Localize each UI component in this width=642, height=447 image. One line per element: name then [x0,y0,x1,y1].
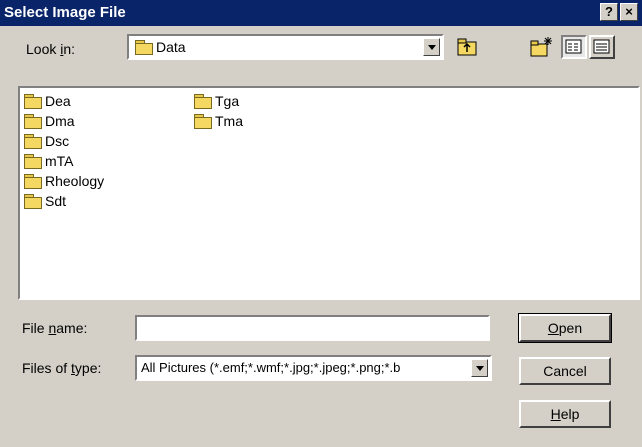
folder-icon [24,174,42,190]
cancel-button[interactable]: Cancel [519,357,611,385]
open-accel: O [547,320,559,336]
folder-icon [24,154,42,170]
details-view-icon [593,39,610,54]
help-button[interactable]: Help [519,400,611,428]
folder-icon [194,94,212,110]
up-one-level-button[interactable] [454,35,480,59]
look-in-label: Look in: [26,41,76,57]
new-folder-icon [530,37,552,57]
list-item[interactable]: Dea [24,92,71,110]
create-new-folder-button[interactable] [528,35,554,59]
list-item[interactable]: Sdt [24,192,66,210]
file-name-label: File name: [22,320,88,336]
files-of-type-value: All Pictures (*.emf;*.wmf;*.jpg;*.jpeg;*… [141,360,401,375]
list-view-button[interactable] [561,35,587,59]
folder-icon [24,94,42,110]
window-title: Select Image File [4,4,126,21]
list-item[interactable]: Tga [194,92,239,110]
file-list[interactable]: Dea Dma Dsc mTA Rheology Sdt Tga Tma [18,86,640,300]
list-view-icon [565,39,582,54]
folder-icon [194,114,212,130]
files-of-type-combo[interactable]: All Pictures (*.emf;*.wmf;*.jpg;*.jpeg;*… [135,355,492,381]
up-one-level-icon [457,38,477,56]
close-icon: × [625,4,633,19]
dropdown-arrow-icon[interactable] [423,38,440,56]
list-item[interactable]: Rheology [24,172,104,190]
list-item[interactable]: mTA [24,152,74,170]
cancel-label: Cancel [543,363,587,379]
folder-icon [135,40,153,55]
open-button[interactable]: Open [518,313,612,343]
look-in-combo[interactable]: Data [127,34,444,60]
list-item[interactable]: Dsc [24,132,69,150]
file-name-field[interactable] [135,315,490,341]
title-bar: Select Image File ? × [0,0,642,26]
folder-icon [24,134,42,150]
help-title-button[interactable]: ? [600,3,618,21]
list-item[interactable]: Tma [194,112,243,130]
help-glyph: ? [605,4,613,19]
dropdown-arrow-icon[interactable] [471,359,488,377]
folder-icon [24,114,42,130]
help-accel: H [550,406,561,422]
folder-icon [24,194,42,210]
details-view-button[interactable] [589,35,615,59]
list-item[interactable]: Dma [24,112,75,130]
look-in-value: Data [156,39,186,55]
files-of-type-label: Files of type: [22,360,102,376]
help-label: elp [560,406,580,422]
open-label: pen [558,320,583,336]
close-title-button[interactable]: × [620,3,638,21]
